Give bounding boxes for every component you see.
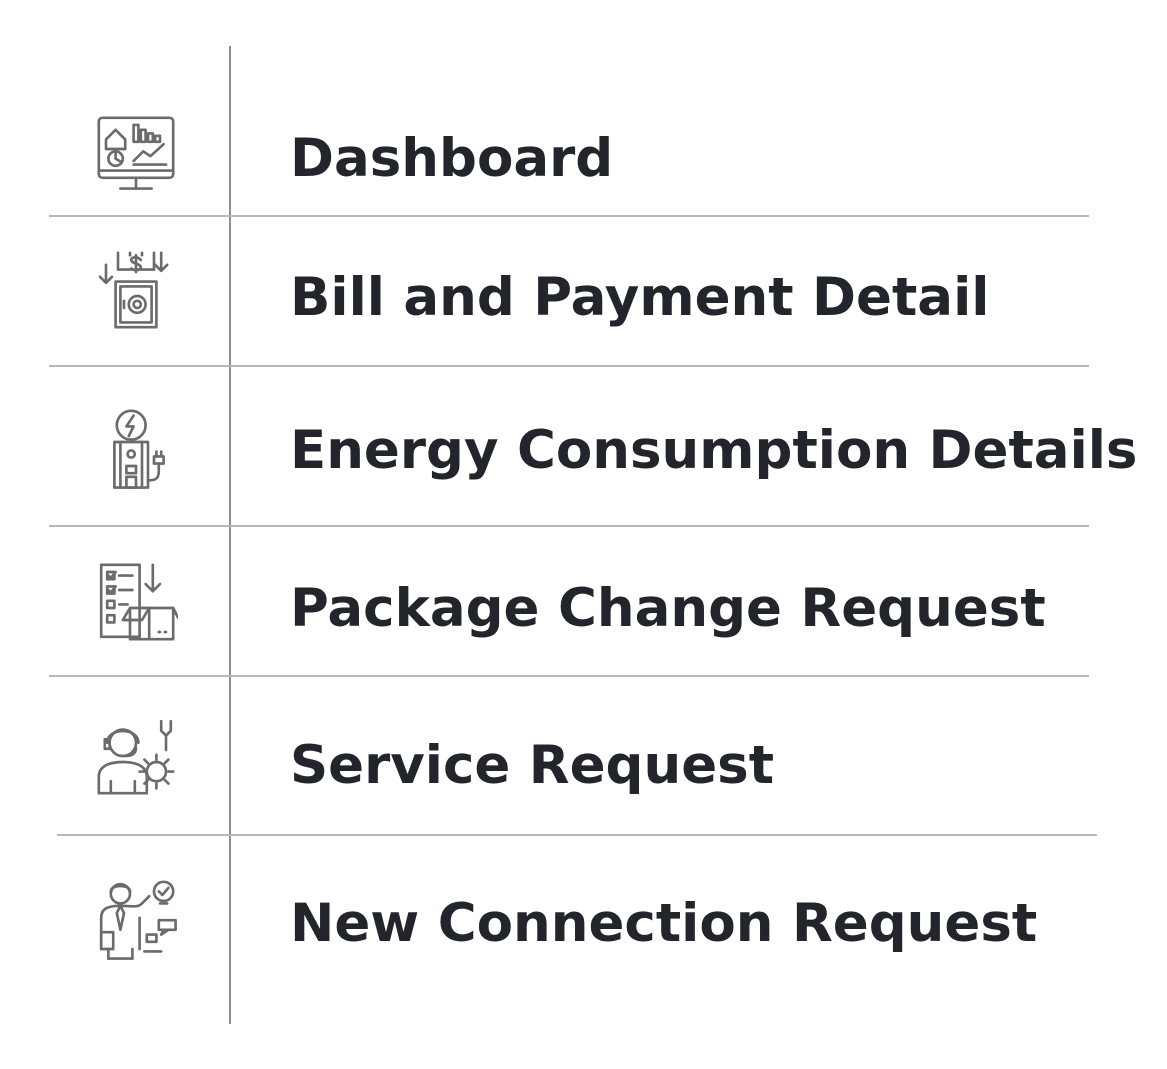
menu-item-label: Service Request	[290, 735, 775, 796]
menu-item-new-connection[interactable]: New Connection Request	[49, 836, 1089, 1024]
package-checklist-icon	[91, 557, 181, 647]
menu-item-service-request[interactable]: Service Request	[49, 677, 1089, 834]
presenter-idea-icon	[91, 874, 181, 964]
support-agent-tools-icon	[91, 711, 181, 801]
menu-item-energy-consumption[interactable]: Energy Consumption Details	[49, 367, 1137, 525]
menu-item-label: Package Change Request	[290, 578, 1046, 639]
menu-item-label: Energy Consumption Details	[290, 420, 1138, 481]
menu-item-label: New Connection Request	[290, 893, 1038, 954]
menu-item-package-change[interactable]: Package Change Request	[49, 527, 1089, 675]
bill-payment-safe-icon	[91, 245, 181, 335]
menu-item-dashboard[interactable]: Dashboard	[49, 46, 1089, 215]
menu-item-label: Dashboard	[290, 128, 614, 189]
dashboard-monitor-icon	[91, 110, 181, 200]
energy-meter-icon	[91, 403, 181, 493]
menu-item-bill-payment[interactable]: Bill and Payment Detail	[49, 217, 1089, 365]
menu-item-label: Bill and Payment Detail	[290, 267, 990, 328]
